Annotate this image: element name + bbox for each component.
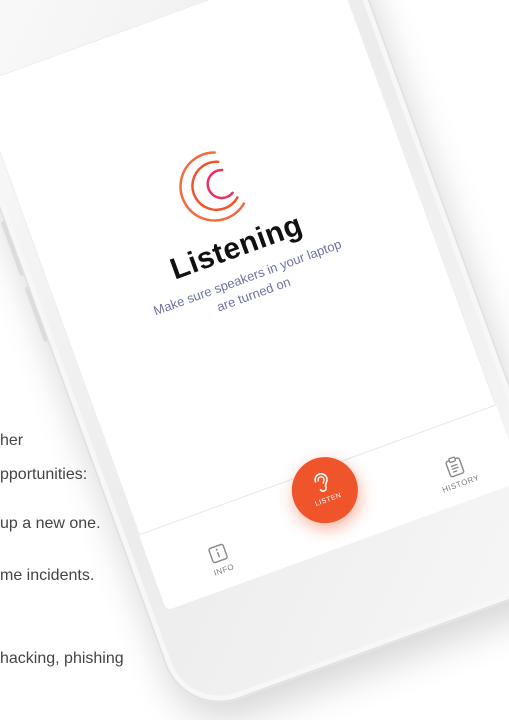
info-icon <box>208 543 228 564</box>
background-line: pportunities: <box>0 466 88 483</box>
background-line: hacking, phishing <box>0 650 124 667</box>
phone-mockup: Listening Make sure speakers in your lap… <box>0 0 509 719</box>
listen-button[interactable]: LISTEN <box>282 447 368 533</box>
background-line: up a new one. <box>0 515 101 532</box>
tab-info[interactable]: INFO <box>187 535 254 585</box>
background-line: me incidents. <box>0 567 95 584</box>
ear-icon <box>314 473 328 492</box>
background-line: her <box>0 432 24 449</box>
listening-status: Listening Make sure speakers in your lap… <box>22 84 435 368</box>
clipboard-icon <box>445 456 465 478</box>
tab-history-label: HISTORY <box>441 472 481 495</box>
tab-history[interactable]: HISTORY <box>423 447 491 499</box>
listening-logo-icon <box>179 151 246 222</box>
tab-info-label: INFO <box>212 562 236 578</box>
